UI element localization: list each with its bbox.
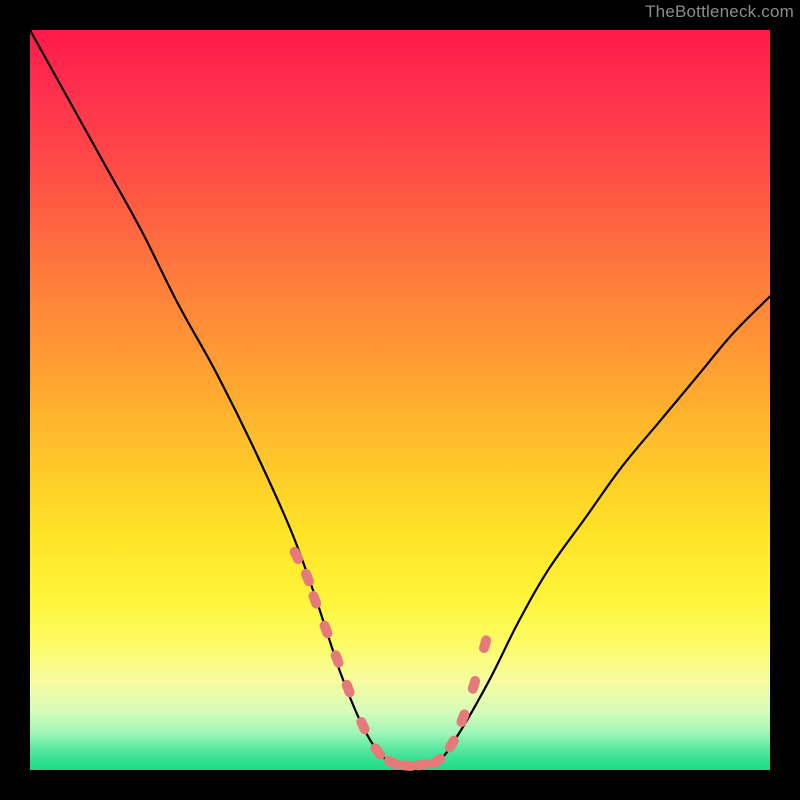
chart-frame: TheBottleneck.com	[0, 0, 800, 800]
marker-lozenge	[355, 715, 372, 736]
marker-lozenge	[329, 649, 345, 669]
bottleneck-curve	[30, 30, 770, 767]
marker-lozenge	[299, 567, 315, 587]
marker-lozenge	[443, 734, 461, 755]
marker-lozenge	[478, 634, 492, 654]
marker-group	[288, 545, 492, 771]
marker-lozenge	[318, 619, 334, 639]
curve-svg	[30, 30, 770, 770]
plot-area	[30, 30, 770, 770]
marker-lozenge	[307, 590, 322, 610]
watermark-text: TheBottleneck.com	[645, 2, 794, 22]
marker-lozenge	[467, 675, 482, 695]
